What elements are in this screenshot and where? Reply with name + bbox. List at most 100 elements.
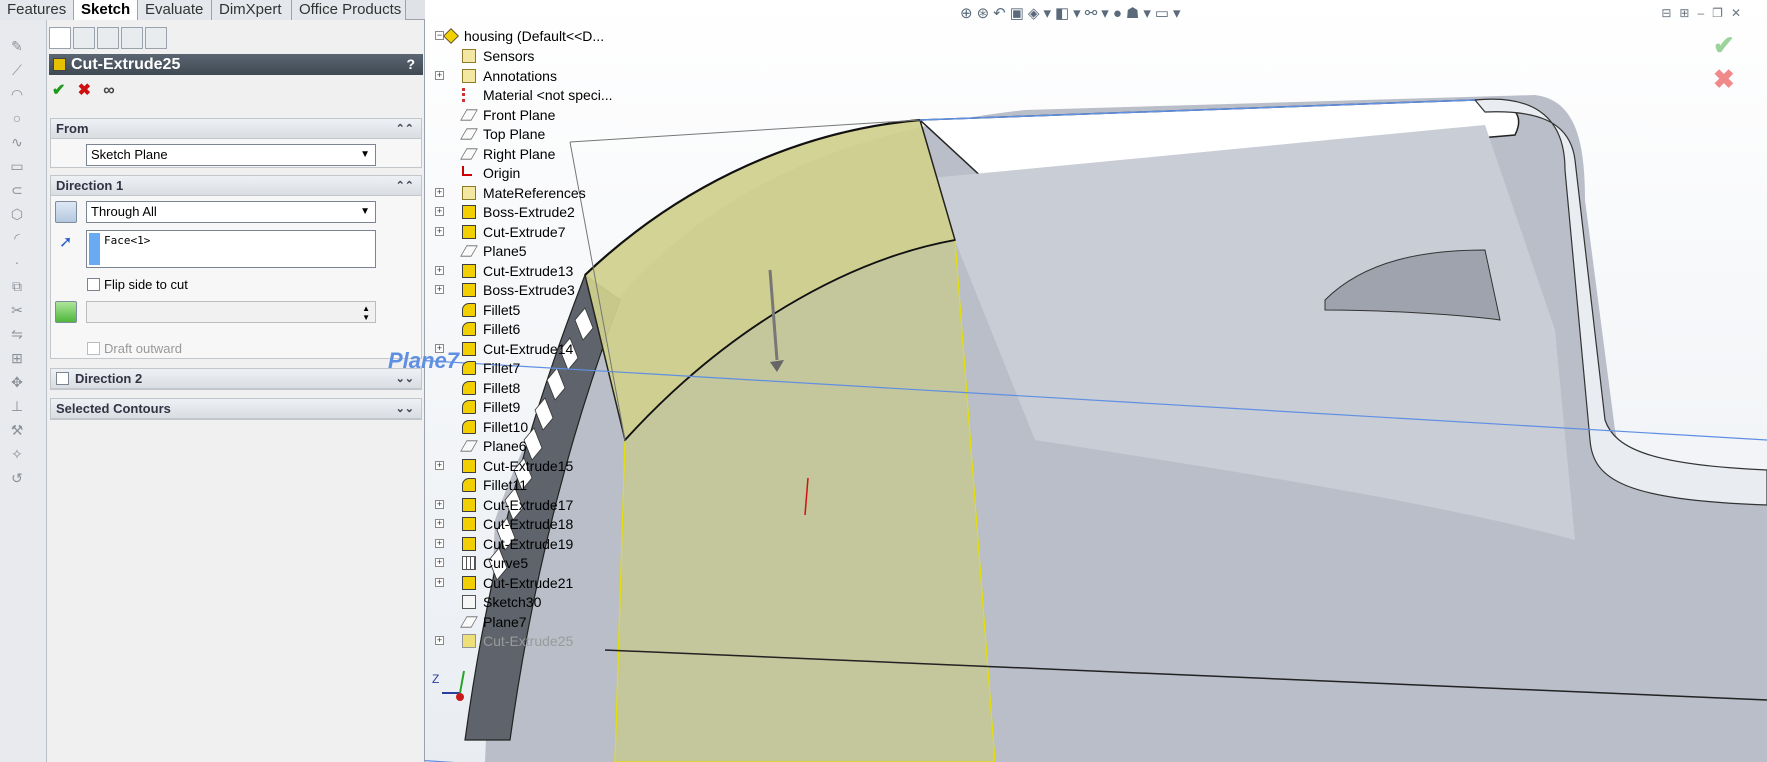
direction-selection-box[interactable]: Face<1> — [86, 230, 376, 268]
tab-office-products[interactable]: Office Products — [292, 0, 406, 20]
expand-icon[interactable]: + — [435, 636, 444, 645]
feature-manager-tab[interactable] — [49, 27, 71, 49]
tree-item[interactable]: + Cut-Extrude25 — [435, 631, 635, 651]
mirror-tool-icon[interactable]: ⇋ — [6, 324, 28, 344]
arc-tool-icon[interactable]: ◠ — [6, 84, 28, 104]
rectangle-tool-icon[interactable]: ▭ — [6, 156, 28, 176]
draft-outward-checkbox[interactable] — [87, 342, 100, 355]
tree-item[interactable]: Plane7 — [435, 612, 635, 632]
repair-tool-icon[interactable]: ⚒ — [6, 420, 28, 440]
tab-dimxpert[interactable]: DimXpert — [212, 0, 292, 20]
tab-features[interactable]: Features — [0, 0, 74, 20]
view-settings-icon[interactable]: ▭▾ — [1155, 5, 1185, 22]
configuration-manager-tab[interactable] — [97, 27, 119, 49]
move-tool-icon[interactable]: ✥ — [6, 372, 28, 392]
tree-item[interactable]: Fillet5 — [435, 300, 635, 320]
face-selection-item[interactable]: Face<1> — [104, 234, 150, 247]
tree-item[interactable]: + Boss-Extrude3 — [435, 280, 635, 300]
expand-icon[interactable]: + — [435, 70, 444, 80]
point-tool-icon[interactable]: · — [6, 252, 28, 272]
tree-item[interactable]: Fillet11 — [435, 475, 635, 495]
tree-root[interactable]: − housing (Default<<D... — [435, 26, 635, 46]
tree-item[interactable]: Top Plane — [435, 124, 635, 144]
tree-item[interactable]: Fillet6 — [435, 319, 635, 339]
expand-icon[interactable]: + — [435, 187, 444, 197]
view-orientation-icon[interactable]: ◈▾ — [1028, 5, 1055, 22]
ok-icon[interactable]: ✔ — [52, 80, 74, 100]
expand-icon[interactable]: + — [435, 226, 444, 236]
close-icon[interactable]: ✕ — [1731, 6, 1749, 20]
collapse-icon[interactable]: ⌃⌃ — [396, 176, 414, 196]
pattern-tool-icon[interactable]: ⊞ — [6, 348, 28, 368]
tree-item[interactable]: + Cut-Extrude7 — [435, 222, 635, 242]
zoom-to-fit-icon[interactable]: ⊕ — [960, 5, 977, 22]
tree-item[interactable]: Front Plane — [435, 105, 635, 125]
from-select[interactable]: Sketch Plane ▼ — [86, 144, 376, 166]
expand-icon[interactable]: + — [435, 265, 444, 275]
tree-item[interactable]: + Cut-Extrude19 — [435, 534, 635, 554]
tree-item[interactable]: + Cut-Extrude18 — [435, 514, 635, 534]
tree-item[interactable]: Fillet9 — [435, 397, 635, 417]
confirm-ok-icon[interactable]: ✔ — [1713, 30, 1743, 64]
draft-icon[interactable] — [55, 301, 77, 323]
expand-icon[interactable]: + — [435, 519, 444, 528]
expand-icon[interactable]: ⌄⌄ — [396, 399, 414, 419]
tree-item[interactable]: + Cut-Extrude21 — [435, 573, 635, 593]
tree-item[interactable]: + Cut-Extrude15 — [435, 456, 635, 476]
direction1-header[interactable]: Direction 1 ⌃⌃ — [51, 176, 421, 196]
expand-icon[interactable]: + — [435, 499, 444, 509]
appearance-icon[interactable]: ● — [1113, 5, 1126, 22]
property-manager-tab[interactable] — [73, 27, 95, 49]
tab-sketch[interactable]: Sketch — [74, 0, 138, 21]
from-header[interactable]: From ⌃⌃ — [51, 119, 421, 139]
expand-icon[interactable]: + — [435, 343, 444, 353]
relations-tool-icon[interactable]: ⊥ — [6, 396, 28, 416]
direction2-header[interactable]: Direction 2 ⌄⌄ — [51, 369, 421, 389]
expand-icon[interactable]: + — [435, 285, 444, 294]
preview-icon[interactable]: ∞ — [103, 82, 125, 100]
tree-item[interactable]: + Cut-Extrude13 — [435, 261, 635, 281]
scene-icon[interactable]: ☗▾ — [1126, 5, 1155, 22]
previous-view-icon[interactable]: ↶ — [993, 5, 1010, 22]
direction2-checkbox[interactable] — [56, 372, 69, 385]
cancel-icon[interactable]: ✖ — [78, 80, 100, 100]
spline-tool-icon[interactable]: ∿ — [6, 132, 28, 152]
help-icon[interactable]: ? — [406, 54, 415, 75]
offset-tool-icon[interactable]: ⧉ — [6, 276, 28, 296]
hide-show-icon[interactable]: ⚯▾ — [1085, 5, 1113, 22]
confirm-cancel-icon[interactable]: ✖ — [1713, 64, 1743, 98]
expand-icon[interactable]: + — [435, 577, 444, 587]
display-style-icon[interactable]: ◧▾ — [1055, 5, 1085, 22]
reverse-direction-icon[interactable] — [55, 201, 77, 223]
tree-item[interactable]: + Cut-Extrude17 — [435, 495, 635, 515]
dimxpert-manager-tab[interactable] — [121, 27, 143, 49]
tree-item[interactable]: Sensors — [435, 46, 635, 66]
tree-item[interactable]: Plane6 — [435, 436, 635, 456]
slot-tool-icon[interactable]: ⊂ — [6, 180, 28, 200]
expand-icon[interactable]: + — [435, 460, 444, 470]
tree-item[interactable]: + MateReferences — [435, 183, 635, 203]
selected-contours-header[interactable]: Selected Contours ⌄⌄ — [51, 399, 421, 419]
restore-icon[interactable]: ❐ — [1712, 6, 1731, 20]
split-icon[interactable]: ⊞ — [1679, 6, 1697, 20]
end-condition-select[interactable]: Through All ▼ — [86, 201, 376, 223]
zoom-area-icon[interactable]: ⊛ — [977, 5, 994, 22]
tree-item[interactable]: Fillet8 — [435, 378, 635, 398]
fillet-tool-icon[interactable]: ◜ — [6, 228, 28, 248]
tab-evaluate[interactable]: Evaluate — [138, 0, 212, 20]
minimize-icon[interactable]: – — [1697, 6, 1712, 20]
tile-icon[interactable]: ⊟ — [1661, 6, 1679, 20]
expand-icon[interactable]: + — [435, 207, 444, 216]
expand-icon[interactable]: + — [435, 538, 444, 548]
spinner-arrows-icon[interactable]: ▲ ▼ — [362, 304, 370, 322]
tree-item[interactable]: Sketch30 — [435, 592, 635, 612]
tree-item[interactable]: + Curve5 — [435, 553, 635, 573]
tree-item[interactable]: Material <not speci... — [435, 85, 635, 105]
quick-snaps-icon[interactable]: ✧ — [6, 444, 28, 464]
section-view-icon[interactable]: ▣ — [1010, 5, 1028, 22]
rapid-sketch-icon[interactable]: ↺ — [6, 468, 28, 488]
line-tool-icon[interactable]: ⟋ — [6, 60, 28, 80]
tree-item[interactable]: Fillet10 — [435, 417, 635, 437]
tree-item[interactable]: + Annotations — [435, 66, 635, 86]
tree-item[interactable]: Origin — [435, 163, 635, 183]
